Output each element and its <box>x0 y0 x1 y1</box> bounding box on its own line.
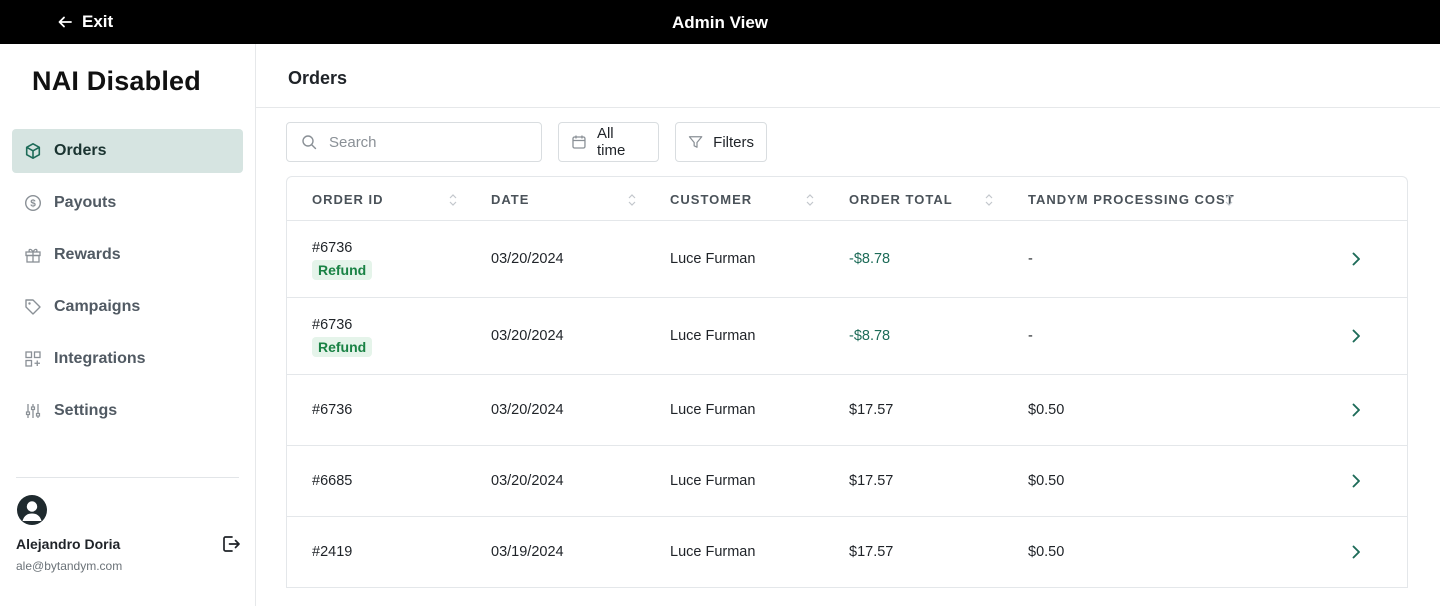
order-id-cell: #6736 Refund <box>312 240 373 280</box>
sidebar-item-label: Settings <box>54 402 118 419</box>
grid-plus-icon <box>24 350 42 368</box>
column-header-date[interactable]: DATE <box>491 177 529 221</box>
sidebar-item-label: Payouts <box>54 194 117 211</box>
table-row[interactable]: #6736 03/20/2024 Luce Furman $17.57 $0.5… <box>287 375 1407 446</box>
sort-icon[interactable] <box>627 192 637 208</box>
table-row[interactable]: #2419 03/19/2024 Luce Furman $17.57 $0.5… <box>287 517 1407 588</box>
box-icon <box>24 142 42 160</box>
order-date: 03/20/2024 <box>491 328 564 344</box>
table-row[interactable]: #6685 03/20/2024 Luce Furman $17.57 $0.5… <box>287 446 1407 517</box>
column-header-order-id[interactable]: ORDER ID <box>312 177 384 221</box>
filters-button[interactable]: Filters <box>675 122 767 162</box>
logout-button[interactable] <box>221 534 241 554</box>
order-customer: Luce Furman <box>670 402 756 418</box>
sidebar-item-label: Campaigns <box>54 298 141 315</box>
sidebar-item-settings[interactable]: Settings <box>12 389 243 433</box>
order-total: -$8.78 <box>849 328 891 344</box>
order-date: 03/19/2024 <box>491 544 564 560</box>
column-header-order-total[interactable]: ORDER TOTAL <box>849 177 953 221</box>
table-row[interactable]: #6736 Refund 03/20/2024 Luce Furman -$8.… <box>287 221 1407 298</box>
search-icon <box>302 135 317 150</box>
refund-badge: Refund <box>312 337 373 357</box>
topbar-title: Admin View <box>671 13 769 32</box>
sort-icon[interactable] <box>1224 192 1234 208</box>
chevron-right-icon[interactable] <box>1349 329 1363 343</box>
user-email: ale@bytandym.com <box>16 559 123 573</box>
order-processing-cost: - <box>1028 251 1033 267</box>
sidebar-divider <box>16 477 239 478</box>
calendar-icon <box>572 135 586 149</box>
date-range-button[interactable]: All time <box>558 122 659 162</box>
order-processing-cost: $0.50 <box>1028 473 1065 489</box>
order-id: #6736 <box>312 317 353 333</box>
order-id: #6736 <box>312 240 353 256</box>
dollar-circle-icon: $ <box>24 194 42 212</box>
order-id: #6685 <box>312 473 353 489</box>
sort-icon[interactable] <box>984 192 994 208</box>
order-date: 03/20/2024 <box>491 251 564 267</box>
svg-text:$: $ <box>30 199 36 210</box>
sidebar-item-label: Orders <box>54 142 107 159</box>
chevron-right-icon[interactable] <box>1349 474 1363 488</box>
sort-icon[interactable] <box>805 192 815 208</box>
order-date: 03/20/2024 <box>491 473 564 489</box>
page-title: Orders <box>288 68 348 88</box>
order-total: $17.57 <box>849 402 894 418</box>
column-header-processing-cost[interactable]: TANDYM PROCESSING COST <box>1028 177 1235 221</box>
order-processing-cost: $0.50 <box>1028 402 1065 418</box>
sliders-icon <box>24 402 42 420</box>
order-processing-cost: - <box>1028 328 1033 344</box>
sidebar-item-label: Integrations <box>54 350 146 367</box>
sidebar-item-rewards[interactable]: Rewards <box>12 233 243 277</box>
date-range-label: All time <box>596 125 626 159</box>
order-customer: Luce Furman <box>670 251 756 267</box>
filter-icon <box>688 136 703 148</box>
table-header: ORDER ID DATE CUSTOMER ORDER TOTAL TANDY… <box>287 177 1407 221</box>
column-header-customer[interactable]: CUSTOMER <box>670 177 752 221</box>
order-total: -$8.78 <box>849 251 891 267</box>
order-customer: Luce Furman <box>670 544 756 560</box>
page-header: Orders <box>256 44 1440 108</box>
sidebar-item-campaigns[interactable]: Campaigns <box>12 285 243 329</box>
order-id: #6736 <box>312 402 353 418</box>
avatar <box>17 495 47 525</box>
logout-icon <box>223 536 240 552</box>
sidebar-item-label: Rewards <box>54 246 121 263</box>
table-row[interactable]: #6736 Refund 03/20/2024 Luce Furman -$8.… <box>287 298 1407 375</box>
sidebar-nav: Orders $ Payouts Rewards Campaigns Integ… <box>12 129 243 441</box>
user-name: Alejandro Doria <box>16 536 121 552</box>
top-bar: Exit Admin View <box>0 0 1440 44</box>
chevron-right-icon[interactable] <box>1349 545 1363 559</box>
refund-badge: Refund <box>312 260 373 280</box>
chevron-right-icon[interactable] <box>1349 403 1363 417</box>
order-id: #2419 <box>312 544 353 560</box>
order-customer: Luce Furman <box>670 473 756 489</box>
sidebar: NAI Disabled Orders $ Payouts Rewards Ca… <box>0 44 256 606</box>
gift-icon <box>24 246 42 264</box>
main-content: Orders All time Filters ORDER ID DATE CU… <box>256 44 1440 606</box>
search-box[interactable] <box>286 122 542 162</box>
sidebar-item-integrations[interactable]: Integrations <box>12 337 243 381</box>
user-icon <box>22 501 42 521</box>
filters-label: Filters <box>713 133 754 151</box>
brand-name: NAI Disabled <box>32 66 201 96</box>
order-customer: Luce Furman <box>670 328 756 344</box>
tag-icon <box>24 298 42 316</box>
order-date: 03/20/2024 <box>491 402 564 418</box>
order-total: $17.57 <box>849 473 894 489</box>
order-id-cell: #6736 Refund <box>312 317 373 357</box>
orders-table: ORDER ID DATE CUSTOMER ORDER TOTAL TANDY… <box>286 176 1408 588</box>
sort-icon[interactable] <box>448 192 458 208</box>
search-input[interactable] <box>329 133 519 151</box>
sidebar-item-payouts[interactable]: $ Payouts <box>12 181 243 225</box>
order-processing-cost: $0.50 <box>1028 544 1065 560</box>
chevron-right-icon[interactable] <box>1349 252 1363 266</box>
order-total: $17.57 <box>849 544 894 560</box>
sidebar-item-orders[interactable]: Orders <box>12 129 243 173</box>
